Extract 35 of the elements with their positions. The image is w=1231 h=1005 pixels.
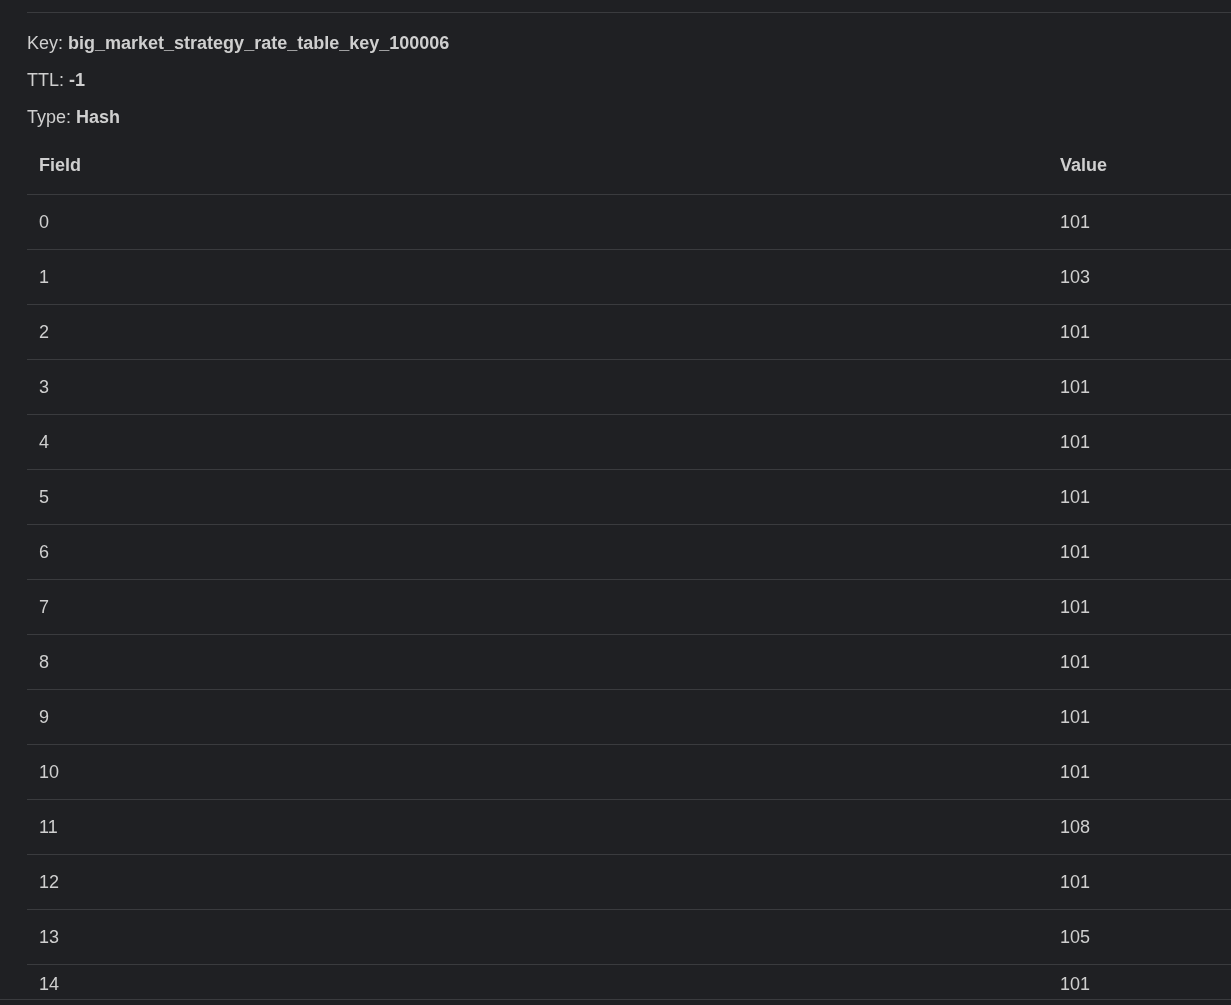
detail-line: Type: Hash (27, 106, 121, 128)
table-cell-text: 2 (38, 321, 50, 344)
table-cell-text: 101 (1059, 761, 1092, 784)
table-cell-text: 6 (38, 541, 50, 564)
column-header: Value (1059, 154, 1109, 177)
table-cell-text: 101 (1059, 706, 1092, 729)
table-cell-text: 14 (38, 973, 61, 996)
table-cell-text: 9 (38, 706, 50, 729)
table-cell-text: 10 (38, 761, 61, 784)
table-cell-text: 1 (38, 266, 50, 289)
table-cell-text: 5 (38, 486, 50, 509)
table-cell-text: 8 (38, 651, 50, 674)
table-cell-text: 105 (1059, 926, 1092, 949)
column-header: Field (38, 154, 82, 177)
table-cell-text: 3 (38, 376, 50, 399)
table-cell-text: 101 (1059, 211, 1092, 234)
table-cell-text: 101 (1059, 973, 1092, 996)
table-cell-text: 101 (1059, 321, 1092, 344)
detail-line: Key: big_market_strategy_rate_table_key_100006 (27, 32, 450, 54)
table-cell-text: 0 (38, 211, 50, 234)
table-cell-text: 101 (1059, 431, 1092, 454)
table-cell-text: 101 (1059, 376, 1092, 399)
detail-line: TTL: -1 (27, 69, 86, 91)
table-cell-text: 4 (38, 431, 50, 454)
table-cell-text: 108 (1059, 816, 1092, 839)
table-cell-text: 7 (38, 596, 50, 619)
table-cell-text: 101 (1059, 871, 1092, 894)
table-cell-text: 13 (38, 926, 61, 949)
table-cell-text: 101 (1059, 486, 1092, 509)
table-cell-text: 101 (1059, 596, 1092, 619)
table-cell-text: 101 (1059, 651, 1092, 674)
table-cell-text: 11 (38, 816, 59, 839)
table-cell-text: 12 (38, 871, 61, 894)
table-cell-text: 101 (1059, 541, 1092, 564)
table-cell-text: 103 (1059, 266, 1092, 289)
